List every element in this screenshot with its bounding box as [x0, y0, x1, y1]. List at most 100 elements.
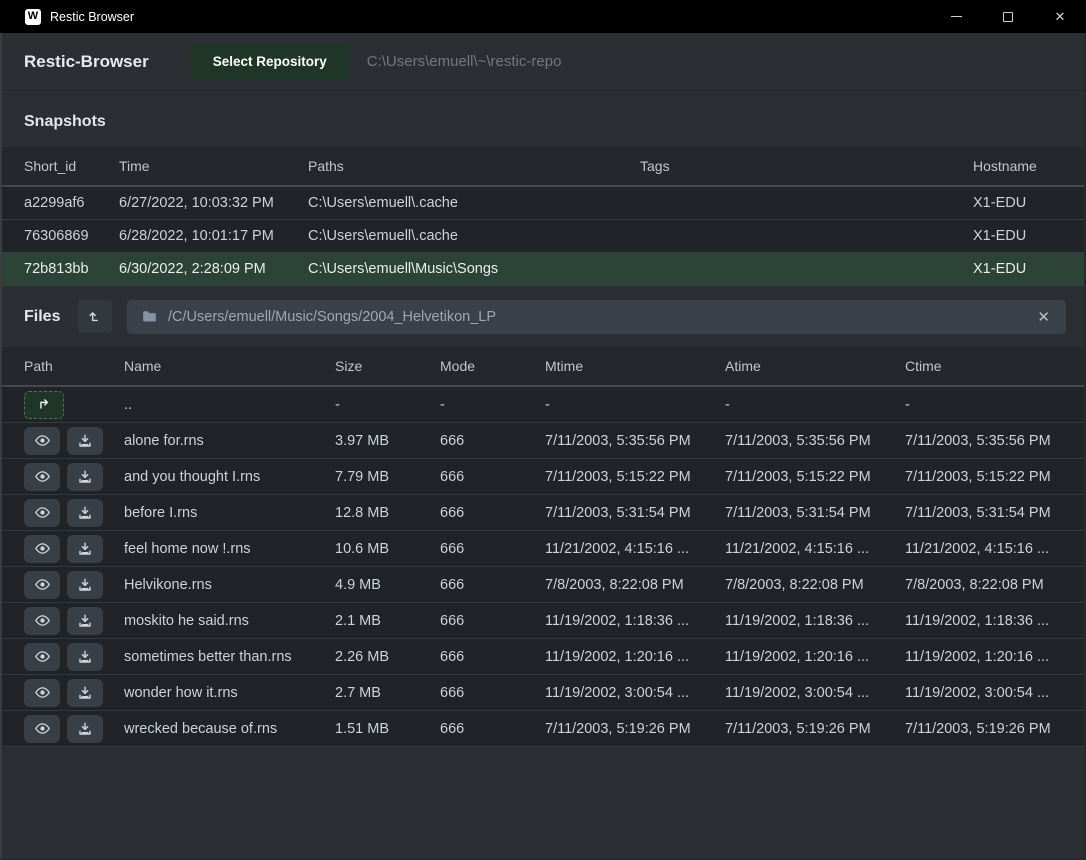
snapshot-row[interactable]: a2299af66/27/2022, 10:03:32 PMC:\Users\e…: [2, 187, 1084, 220]
file-mtime: 11/19/2002, 1:18:36 ...: [545, 613, 725, 629]
close-icon: ✕: [1055, 10, 1066, 23]
file-row: moskito he said.rns2.1 MB66611/19/2002, …: [2, 603, 1084, 639]
column-header-ctime: Ctime: [905, 358, 1062, 374]
minimize-button[interactable]: [930, 0, 982, 33]
view-file-button[interactable]: [24, 427, 60, 455]
file-size: 1.51 MB: [335, 721, 440, 737]
snapshot-row-selected[interactable]: 72b813bb6/30/2022, 2:28:09 PMC:\Users\em…: [2, 253, 1084, 286]
file-row: and you thought I.rns7.79 MB6667/11/2003…: [2, 459, 1084, 495]
snapshot-time: 6/28/2022, 10:01:17 PM: [119, 228, 308, 244]
snapshot-paths: C:\Users\emuell\.cache: [308, 228, 640, 244]
download-file-button[interactable]: [67, 535, 103, 563]
file-ctime: 7/11/2003, 5:19:26 PM: [905, 721, 1062, 737]
download-file-button[interactable]: [67, 499, 103, 527]
file-row: feel home now !.rns10.6 MB66611/21/2002,…: [2, 531, 1084, 567]
file-ctime: 11/19/2002, 3:00:54 ...: [905, 685, 1062, 701]
file-atime: 7/11/2003, 5:31:54 PM: [725, 505, 905, 521]
file-mtime: 11/19/2002, 3:00:54 ...: [545, 685, 725, 701]
row-actions: [24, 607, 124, 635]
snapshots-table-body: a2299af66/27/2022, 10:03:32 PMC:\Users\e…: [2, 187, 1084, 286]
snapshot-row[interactable]: 763068696/28/2022, 10:01:17 PMC:\Users\e…: [2, 220, 1084, 253]
file-mode: 666: [440, 541, 545, 557]
download-file-button[interactable]: [67, 607, 103, 635]
file-atime: 7/11/2003, 5:35:56 PM: [725, 433, 905, 449]
file-ctime: 7/8/2003, 8:22:08 PM: [905, 577, 1062, 593]
column-header-atime: Atime: [725, 358, 905, 374]
file-mtime: -: [545, 397, 725, 413]
repository-path: C:\Users\emuell\~\restic-repo: [367, 53, 562, 70]
file-size: 2.1 MB: [335, 613, 440, 629]
download-file-button[interactable]: [67, 427, 103, 455]
window-content: Restic-Browser Select Repository C:\User…: [0, 33, 1086, 860]
file-size: -: [335, 397, 440, 413]
view-file-button[interactable]: [24, 463, 60, 491]
column-header-short-id: Short_id: [24, 158, 119, 174]
file-mtime: 7/11/2003, 5:15:22 PM: [545, 469, 725, 485]
snapshot-short-id: 76306869: [24, 228, 119, 244]
file-size: 3.97 MB: [335, 433, 440, 449]
wails-logo-icon: W: [25, 9, 41, 25]
download-file-button[interactable]: [67, 571, 103, 599]
select-repository-button[interactable]: Select Repository: [191, 43, 349, 81]
app-header: Restic-Browser Select Repository C:\User…: [2, 33, 1084, 91]
row-actions: [24, 715, 124, 743]
column-header-mode: Mode: [440, 358, 545, 374]
view-file-button[interactable]: [24, 607, 60, 635]
file-mtime: 7/8/2003, 8:22:08 PM: [545, 577, 725, 593]
download-file-button[interactable]: [67, 643, 103, 671]
file-row: wrecked because of.rns1.51 MB6667/11/200…: [2, 711, 1084, 747]
close-button[interactable]: ✕: [1034, 0, 1086, 33]
titlebar-left: W Restic Browser: [0, 9, 134, 25]
file-mode: 666: [440, 433, 545, 449]
minimize-icon: [951, 16, 962, 18]
file-ctime: 11/19/2002, 1:18:36 ...: [905, 613, 1062, 629]
file-mode: 666: [440, 685, 545, 701]
file-name: feel home now !.rns: [124, 541, 335, 557]
row-actions: [24, 535, 124, 563]
file-name: before I.rns: [124, 505, 335, 521]
file-atime: 11/19/2002, 1:18:36 ...: [725, 613, 905, 629]
file-mode: 666: [440, 469, 545, 485]
file-mtime: 7/11/2003, 5:19:26 PM: [545, 721, 725, 737]
go-to-parent-button[interactable]: [24, 391, 64, 419]
column-header-size: Size: [335, 358, 440, 374]
view-file-button[interactable]: [24, 679, 60, 707]
snapshot-time: 6/30/2022, 2:28:09 PM: [119, 261, 308, 277]
files-table: Path Name Size Mode Mtime Atime Ctime ..…: [2, 347, 1084, 747]
view-file-button[interactable]: [24, 499, 60, 527]
snapshot-time: 6/27/2022, 10:03:32 PM: [119, 195, 308, 211]
file-atime: -: [725, 397, 905, 413]
view-file-button[interactable]: [24, 715, 60, 743]
file-path-bar[interactable]: /C/Users/emuell/Music/Songs/2004_Helveti…: [127, 300, 1066, 334]
download-file-button[interactable]: [67, 679, 103, 707]
window-controls: ✕: [930, 0, 1086, 33]
files-section-title: Files: [24, 308, 63, 326]
maximize-button[interactable]: [982, 0, 1034, 33]
download-file-button[interactable]: [67, 463, 103, 491]
level-up-button[interactable]: [78, 300, 112, 333]
file-mtime: 7/11/2003, 5:31:54 PM: [545, 505, 725, 521]
row-actions: [24, 571, 124, 599]
window-title: Restic Browser: [50, 10, 134, 24]
view-file-button[interactable]: [24, 643, 60, 671]
file-size: 7.79 MB: [335, 469, 440, 485]
file-mode: 666: [440, 577, 545, 593]
download-file-button[interactable]: [67, 715, 103, 743]
files-table-body: ..----- alone for.rns3.97 MB6667/11/2003…: [2, 387, 1084, 747]
file-mode: 666: [440, 649, 545, 665]
snapshots-table: Short_id Time Paths Tags Hostname a2299a…: [2, 147, 1084, 286]
snapshot-hostname: X1-EDU: [973, 261, 1062, 277]
row-actions: [24, 499, 124, 527]
column-header-time: Time: [119, 158, 308, 174]
view-file-button[interactable]: [24, 571, 60, 599]
files-bar: Files /C/Users/emuell/Music/Songs/2004_H…: [2, 286, 1084, 347]
maximize-icon: [1003, 12, 1013, 22]
file-size: 2.7 MB: [335, 685, 440, 701]
view-file-button[interactable]: [24, 535, 60, 563]
clear-path-button[interactable]: ✕: [1035, 308, 1052, 326]
snapshot-paths: C:\Users\emuell\Music\Songs: [308, 261, 640, 277]
titlebar: W Restic Browser ✕: [0, 0, 1086, 33]
file-row: Helvikone.rns4.9 MB6667/8/2003, 8:22:08 …: [2, 567, 1084, 603]
file-mode: -: [440, 397, 545, 413]
file-ctime: 7/11/2003, 5:35:56 PM: [905, 433, 1062, 449]
